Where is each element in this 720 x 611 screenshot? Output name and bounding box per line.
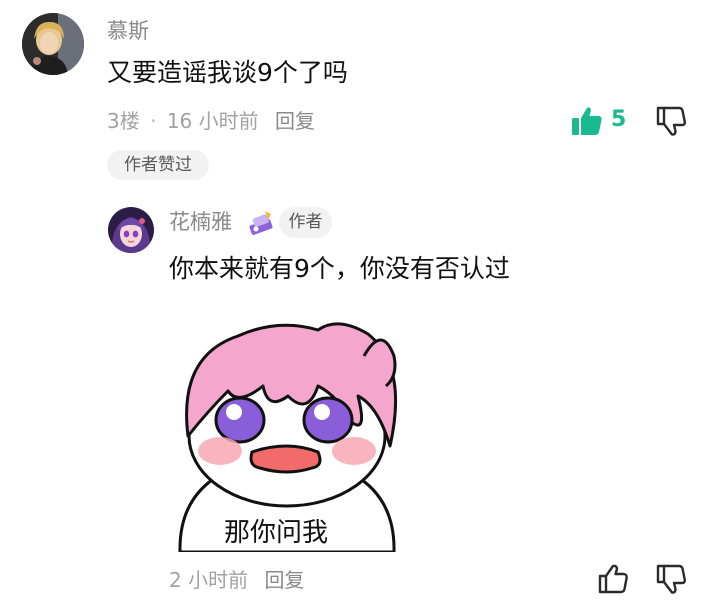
replier-avatar-image [108, 207, 154, 253]
meta-separator: · [150, 109, 157, 133]
commenter-name[interactable]: 慕斯 [107, 21, 149, 42]
dislike-button[interactable] [655, 105, 689, 137]
thumbs-down-icon [655, 563, 687, 595]
thumbs-up-icon [571, 106, 603, 136]
reply-button[interactable]: 回复 [275, 109, 315, 133]
comment-text: 又要造谣我谈9个了吗 [107, 58, 348, 87]
author-badge: 作者 [279, 207, 332, 238]
reply-time: 2 小时前 [169, 568, 249, 592]
reply-text: 你本来就有9个，你没有否认过 [169, 254, 510, 283]
thumbs-down-icon [655, 105, 689, 137]
thumbs-up-icon [597, 563, 629, 595]
medal-icon [247, 208, 275, 236]
like-count: 5 [611, 107, 627, 132]
floor-number: 3楼 [107, 109, 140, 133]
reply-meta: 2 小时前 回复 [169, 570, 304, 590]
commenter-avatar-image [22, 13, 84, 75]
like-button[interactable]: 5 [571, 105, 631, 137]
comment-time: 16 小时前 [166, 109, 259, 133]
replier-avatar[interactable] [108, 207, 154, 253]
sticker-caption: 那你问我 [224, 518, 329, 548]
reply-dislike-button[interactable] [655, 563, 687, 595]
reply-sticker[interactable]: 那你问我 [168, 316, 406, 552]
replier-name[interactable]: 花楠雅 [169, 212, 232, 233]
reply-reply-button[interactable]: 回复 [264, 568, 304, 592]
comment-meta: 3楼 · 16 小时前 回复 [107, 111, 315, 131]
sticker-image [178, 322, 398, 552]
author-liked-badge: 作者赞过 [107, 150, 209, 180]
reply-like-button[interactable] [597, 563, 629, 595]
commenter-avatar[interactable] [22, 13, 84, 75]
